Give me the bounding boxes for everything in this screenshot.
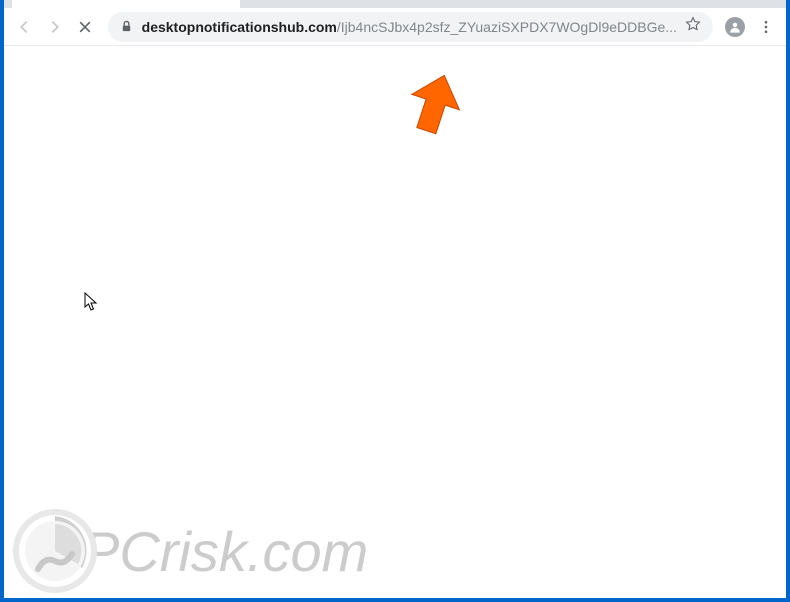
close-window-button[interactable] bbox=[740, 0, 786, 4]
tab-strip: Click Allow bbox=[4, 0, 786, 8]
arrow-annotation-icon bbox=[405, 74, 465, 147]
toolbar: desktopnotificationshub.com/Ijb4ncSJbx4p… bbox=[4, 8, 786, 46]
address-bar[interactable]: desktopnotificationshub.com/Ijb4ncSJbx4p… bbox=[108, 12, 713, 42]
profile-button[interactable] bbox=[721, 11, 750, 43]
bookmark-star-icon[interactable] bbox=[685, 16, 701, 37]
profile-avatar-icon bbox=[725, 17, 745, 37]
back-button[interactable] bbox=[10, 11, 39, 43]
watermark: PCrisk.com bbox=[10, 506, 368, 596]
watermark-logo-icon bbox=[10, 506, 100, 596]
active-tab[interactable]: Click Allow bbox=[12, 0, 240, 8]
url-domain: desktopnotificationshub.com bbox=[142, 19, 337, 35]
cursor-icon bbox=[84, 292, 100, 317]
minimize-button[interactable] bbox=[648, 0, 694, 4]
window-controls bbox=[648, 0, 786, 4]
forward-button[interactable] bbox=[41, 11, 70, 43]
menu-button[interactable] bbox=[751, 11, 780, 43]
lock-icon[interactable] bbox=[120, 20, 134, 34]
stop-reload-button[interactable] bbox=[71, 11, 100, 43]
maximize-button[interactable] bbox=[694, 0, 740, 4]
url-text: desktopnotificationshub.com/Ijb4ncSJbx4p… bbox=[142, 19, 677, 35]
watermark-text: PCrisk.com bbox=[82, 519, 368, 584]
url-path: /Ijb4ncSJbx4p2sfz_ZYuaziSXPDX7WOgDl9eDDB… bbox=[337, 19, 677, 35]
new-tab-button[interactable] bbox=[248, 0, 276, 5]
